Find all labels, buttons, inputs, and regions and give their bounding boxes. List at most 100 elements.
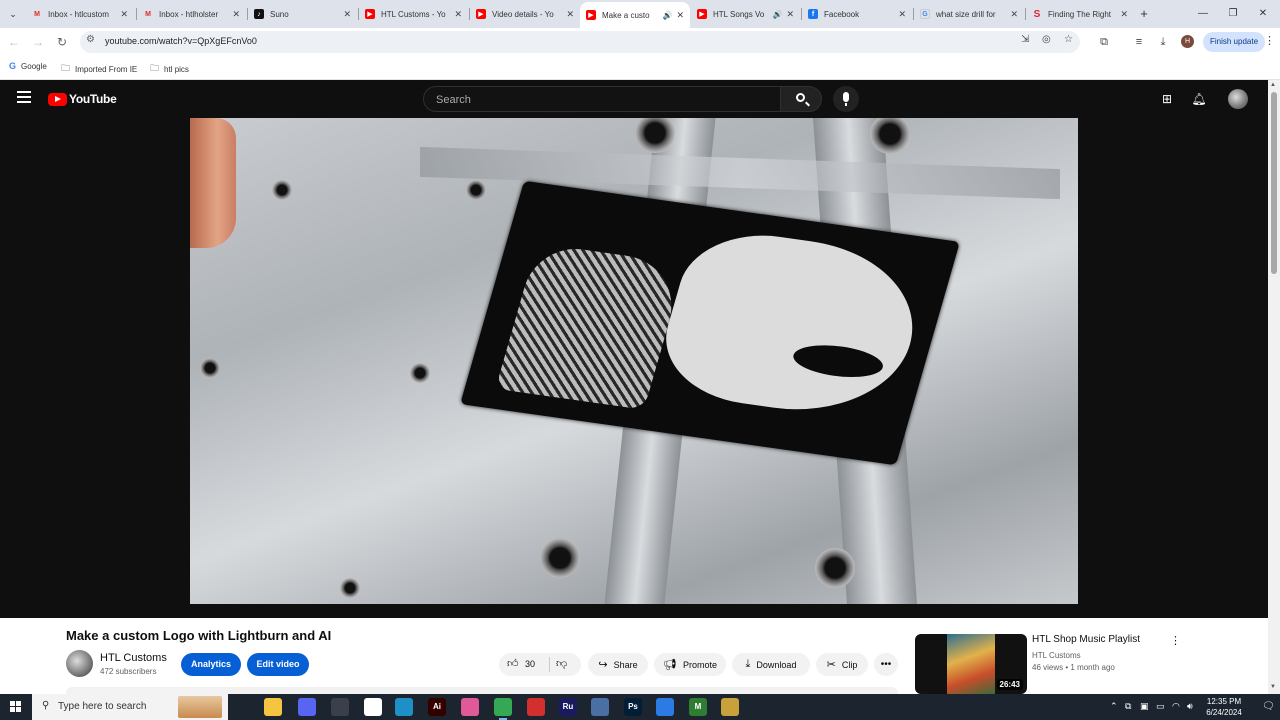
taskbar-app-app-doc-icon[interactable] [591, 698, 609, 716]
speaker-icon[interactable]: 🔊 [772, 10, 782, 19]
bookmark-htl-pics[interactable]: 🗀 htl pics [150, 61, 189, 77]
taskbar-app-inkscape-icon[interactable] [364, 698, 382, 716]
notification-center-icon[interactable]: 🗨︎ [1262, 701, 1275, 712]
taskbar-app-app-board-icon[interactable] [656, 698, 674, 716]
scrollbar-thumb[interactable] [1271, 92, 1277, 274]
back-button[interactable]: ← [6, 34, 22, 50]
recommended-title[interactable]: HTL Shop Music Playlist [1032, 634, 1140, 645]
tab-search-button[interactable]: ⌄ [4, 5, 22, 23]
like-button[interactable]: 👍︎ [507, 657, 519, 670]
more-actions-button[interactable]: ••• [874, 653, 898, 676]
profile-avatar[interactable]: H [1181, 35, 1194, 48]
taskbar-app-ru-app-icon[interactable]: Ru [559, 698, 577, 716]
tab-facebook[interactable]: f Facebook ✕ [802, 3, 912, 25]
close-icon[interactable]: ✕ [343, 9, 351, 20]
extensions-icon[interactable]: ⧉ [1096, 34, 1112, 50]
tab-video-details[interactable]: ▶ Video details - Yo ✕ [470, 3, 580, 25]
notifications-bell-icon[interactable]: 🔔︎ [1191, 92, 1207, 106]
description-box[interactable] [66, 687, 898, 694]
scroll-down-icon[interactable]: ▼ [1270, 684, 1276, 690]
channel-name[interactable]: HTL Customs [100, 652, 167, 664]
taskbar-app-app-gradient-icon[interactable] [461, 698, 479, 716]
taskbar-app-calculator-icon[interactable] [331, 698, 349, 716]
taskbar-app-photoshop-icon[interactable]: Ps [624, 698, 642, 716]
taskbar-app-illustrator-icon[interactable]: Ai [428, 698, 446, 716]
close-window-button[interactable]: ✕ [1248, 4, 1278, 24]
dislike-button[interactable]: 👎︎ [556, 657, 567, 670]
bookmark-star-icon[interactable]: ☆ [1064, 34, 1073, 45]
close-icon[interactable]: ✕ [232, 9, 240, 20]
install-app-icon[interactable]: ⇲ [1021, 34, 1029, 45]
download-button[interactable]: ⤓ Download [732, 653, 810, 676]
restore-button[interactable]: ❐ [1218, 4, 1248, 24]
browser-menu-icon[interactable]: ⋮ [1264, 34, 1275, 47]
volume-icon[interactable]: 🔊︎ [1187, 701, 1193, 712]
taskbar-app-chrome-icon[interactable] [494, 698, 512, 720]
video-progress-bar[interactable] [190, 604, 1078, 618]
promote-button[interactable]: 📢︎ Promote [654, 653, 726, 676]
media-controls-icon[interactable]: ≡ [1131, 34, 1147, 50]
channel-avatar[interactable] [66, 650, 93, 677]
close-icon[interactable]: ✕ [566, 9, 574, 20]
edit-video-button[interactable]: Edit video [247, 653, 309, 676]
share-button[interactable]: ↪ Share [588, 653, 648, 676]
tab-inbox-htlcustom[interactable]: M Inbox - htlcustom ✕ [26, 3, 134, 25]
windows-start-icon[interactable] [10, 701, 22, 713]
tray-app-icon[interactable]: ⧉ [1125, 701, 1131, 712]
tab-inbox-htlholster[interactable]: M Inbox - htlholster ✕ [137, 3, 246, 25]
wifi-icon[interactable]: ◠ [1172, 701, 1180, 712]
close-icon[interactable]: ✕ [786, 9, 794, 20]
taskbar-app-app-video-icon[interactable] [721, 698, 739, 716]
create-video-icon[interactable]: ⊞ [1159, 92, 1175, 106]
clip-button[interactable]: ✂ Clip [816, 653, 868, 676]
taskbar-app-app-red-icon[interactable] [527, 698, 545, 716]
taskbar-app-discord-icon[interactable] [298, 698, 316, 716]
search-button[interactable] [780, 86, 822, 112]
taskbar-app-app-blue-icon[interactable] [395, 698, 413, 716]
tab-make-a-custom-logo[interactable]: ▶ Make a custo 🔊 ✕ [580, 2, 690, 28]
close-icon[interactable]: ✕ [676, 10, 684, 21]
voice-search-button[interactable] [833, 86, 859, 112]
close-icon[interactable]: ✕ [1010, 9, 1018, 20]
recommended-thumbnail[interactable]: 26:43 [915, 634, 1027, 694]
page-scrollbar[interactable]: ▲ ▼ [1268, 80, 1280, 694]
close-icon[interactable]: ✕ [120, 9, 128, 20]
minimize-button[interactable]: — [1188, 4, 1218, 24]
tab-finding-the-right[interactable]: S Finding The Right ✕ [1026, 3, 1134, 25]
youtube-logo[interactable]: YouTube [48, 92, 117, 106]
account-avatar[interactable] [1228, 89, 1248, 109]
taskbar-app-app-m-icon[interactable]: M [689, 698, 707, 716]
tray-display-icon[interactable]: ▣ [1140, 701, 1149, 712]
hamburger-menu-icon[interactable] [17, 91, 31, 103]
bookmark-imported-from-ie[interactable]: 🗀 Imported From IE [61, 61, 137, 77]
download-icon[interactable]: ⤓ [1155, 34, 1171, 50]
video-player[interactable] [190, 118, 1078, 604]
finish-update-button[interactable]: Finish update [1203, 32, 1265, 52]
reload-button[interactable]: ↻ [54, 34, 70, 50]
close-icon[interactable]: ✕ [1120, 9, 1128, 20]
new-tab-button[interactable]: + [1136, 5, 1152, 23]
close-icon[interactable]: ✕ [898, 9, 906, 20]
address-bar[interactable]: ⚙ youtube.com/watch?v=QpXgEFcnVo0 ⇲ ◎ ☆ [80, 31, 1080, 53]
taskbar-search[interactable]: ⚲ Type here to search [32, 694, 228, 720]
battery-icon[interactable]: ▭ [1156, 701, 1165, 712]
tray-overflow-icon[interactable]: ⌃ [1110, 701, 1118, 712]
eye-off-icon[interactable]: ◎ [1042, 34, 1051, 45]
taskbar-app-task-view-icon[interactable] [231, 698, 249, 716]
tab-suno[interactable]: ♪ Suno ✕ [248, 3, 357, 25]
forward-button[interactable]: → [30, 34, 46, 50]
recommended-menu-icon[interactable]: ⋮ [1170, 634, 1181, 647]
analytics-button[interactable]: Analytics [181, 653, 241, 676]
taskbar-app-file-explorer-icon[interactable] [264, 698, 282, 716]
site-info-icon[interactable]: ⚙ [86, 34, 95, 45]
tab-htl-songs[interactable]: ▶ HTL Songs Vo 🔊 ✕ [691, 3, 800, 25]
speaker-icon[interactable]: 🔊 [662, 11, 672, 20]
recommended-channel[interactable]: HTL Customs [1032, 651, 1081, 660]
system-clock[interactable]: 12:35 PM 6/24/2024 [1200, 696, 1248, 718]
scroll-up-icon[interactable]: ▲ [1270, 82, 1276, 88]
search-input[interactable] [434, 91, 768, 109]
close-icon[interactable]: ✕ [454, 9, 462, 20]
tab-htl-customs-youtube[interactable]: ▶ HTL Customs - Yo ✕ [359, 3, 468, 25]
tab-drill-size-search[interactable]: G what size drill for ✕ [914, 3, 1024, 25]
bookmark-google[interactable]: G Google [9, 61, 47, 71]
